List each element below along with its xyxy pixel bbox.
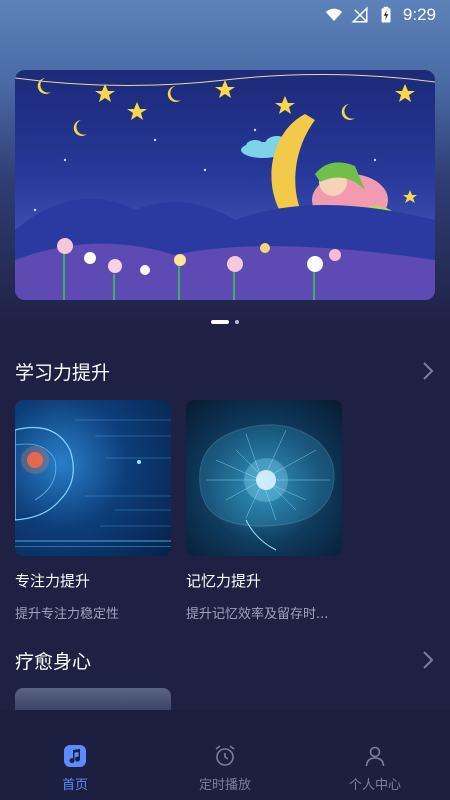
- carousel-indicator: [0, 320, 450, 324]
- alarm-clock-icon: [215, 745, 235, 766]
- tab-timer[interactable]: 定时播放: [150, 744, 300, 793]
- carousel-dot-active[interactable]: [211, 320, 229, 324]
- tab-label: 个人中心: [348, 778, 401, 793]
- carousel-dot[interactable]: [235, 320, 239, 324]
- chevron-right-icon[interactable]: [421, 649, 435, 671]
- card-title: 专注力提升: [15, 572, 91, 590]
- card-subtitle: 提升专注力稳定性: [15, 607, 120, 622]
- tab-label: 定时播放: [198, 778, 251, 793]
- wifi-icon: [325, 8, 343, 21]
- card-image-memory: [186, 400, 342, 556]
- tab-profile[interactable]: 个人中心: [300, 744, 450, 793]
- bottom-tab-bar: 首页 定时播放 个人中心: [0, 710, 450, 800]
- section-header-study[interactable]: 学习力提升: [15, 356, 435, 386]
- brain-circuit-image: [15, 419, 171, 547]
- section-header-healing[interactable]: 疗愈身心: [15, 645, 435, 675]
- card-focus[interactable]: 专注力提升 提升专注力稳定性: [15, 400, 171, 622]
- status-bar: 9:29: [0, 0, 450, 30]
- status-time: 9:29: [402, 5, 436, 24]
- section-title: 学习力提升: [15, 361, 111, 384]
- battery-charging-icon: [381, 6, 391, 23]
- chevron-right-icon[interactable]: [421, 360, 435, 382]
- banner-illustration: [15, 73, 435, 300]
- card-healing-partial[interactable]: [15, 688, 171, 710]
- brain-network-image: [199, 424, 335, 551]
- banner-carousel[interactable]: [15, 70, 435, 300]
- card-memory[interactable]: 记忆力提升 提升记忆效率及留存时...: [186, 400, 342, 622]
- card-title: 记忆力提升: [186, 572, 262, 590]
- card-subtitle: 提升记忆效率及留存时...: [186, 607, 329, 622]
- card-image-focus: [15, 400, 171, 556]
- no-signal-icon: [351, 6, 368, 23]
- tab-label: 首页: [61, 778, 88, 793]
- tab-home[interactable]: 首页: [0, 744, 150, 793]
- music-note-icon: [64, 745, 86, 767]
- section-title: 疗愈身心: [15, 650, 92, 673]
- person-icon: [365, 746, 385, 767]
